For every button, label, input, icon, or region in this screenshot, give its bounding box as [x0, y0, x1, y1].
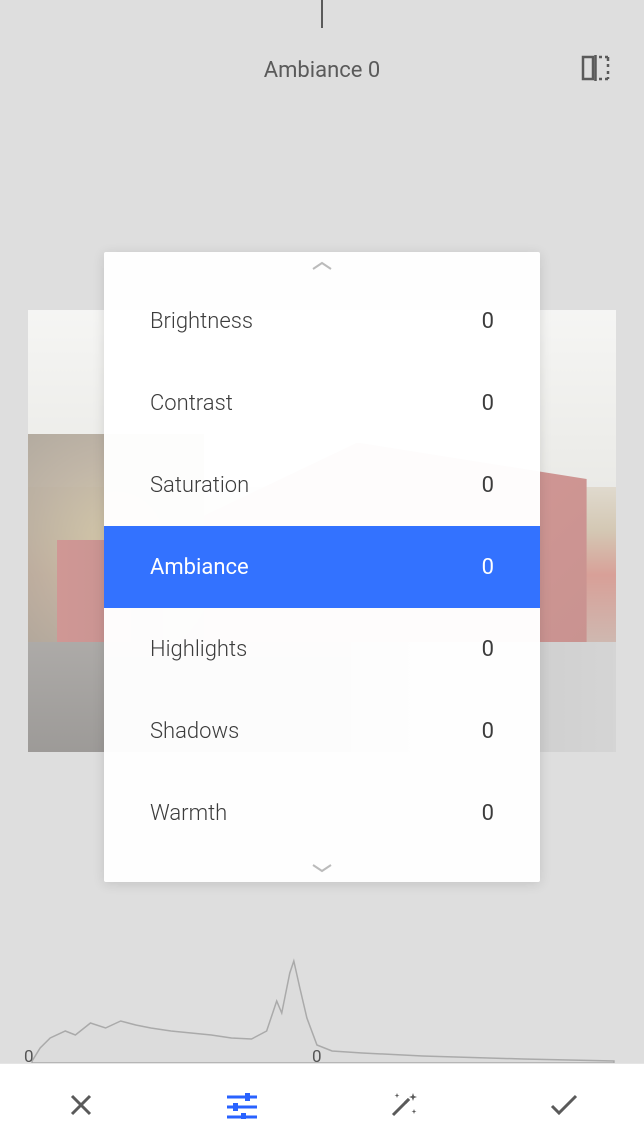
- adjustment-value: 0: [482, 555, 494, 580]
- scroll-up-indicator[interactable]: [104, 252, 540, 280]
- compare-icon: [581, 55, 611, 81]
- tune-icon: [225, 1091, 259, 1119]
- adjustment-brightness[interactable]: Brightness 0: [104, 280, 540, 362]
- adjustment-value: 0: [482, 719, 494, 744]
- adjustment-saturation[interactable]: Saturation 0: [104, 444, 540, 526]
- adjustment-label: Shadows: [150, 719, 239, 744]
- adjustment-shadows[interactable]: Shadows 0: [104, 690, 540, 772]
- header: Ambiance 0: [0, 50, 644, 90]
- auto-enhance-button[interactable]: [375, 1077, 431, 1133]
- adjustment-label: Contrast: [150, 391, 233, 416]
- adjustment-value: 0: [482, 473, 494, 498]
- scroll-down-indicator[interactable]: [104, 854, 540, 882]
- chevron-up-icon: [311, 261, 333, 271]
- adjustment-title: Ambiance 0: [264, 58, 380, 83]
- compare-button[interactable]: [578, 50, 614, 86]
- cancel-button[interactable]: [53, 1077, 109, 1133]
- adjustment-contrast[interactable]: Contrast 0: [104, 362, 540, 444]
- checkmark-icon: [548, 1093, 580, 1117]
- adjustment-label: Saturation: [150, 473, 249, 498]
- close-icon: [67, 1091, 95, 1119]
- chevron-down-icon: [311, 863, 333, 873]
- adjustment-warmth[interactable]: Warmth 0: [104, 772, 540, 854]
- center-indicator: [321, 0, 323, 28]
- histogram: 0 0: [20, 953, 624, 1063]
- adjustment-label: Warmth: [150, 801, 227, 826]
- adjustment-value: 0: [482, 637, 494, 662]
- adjustment-highlights[interactable]: Highlights 0: [104, 608, 540, 690]
- adjustment-panel: Brightness 0 Contrast 0 Saturation 0 Amb…: [104, 252, 540, 882]
- tune-button[interactable]: [214, 1077, 270, 1133]
- adjustment-label: Ambiance: [150, 555, 249, 580]
- apply-button[interactable]: [536, 1077, 592, 1133]
- adjustment-label: Brightness: [150, 309, 253, 334]
- adjustment-label: Highlights: [150, 637, 247, 662]
- adjustment-ambiance[interactable]: Ambiance 0: [104, 526, 540, 608]
- adjustment-value: 0: [482, 309, 494, 334]
- bottom-toolbar: [0, 1063, 644, 1145]
- adjustment-value: 0: [482, 391, 494, 416]
- adjustment-value: 0: [482, 801, 494, 826]
- magic-wand-icon: [387, 1089, 419, 1121]
